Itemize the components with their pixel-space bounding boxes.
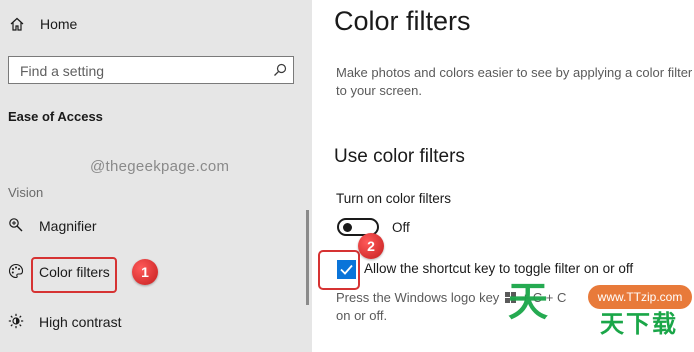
sidebar: Home Find a setting Ease of Access @theg… [0, 0, 312, 352]
section-title: Ease of Access [8, 109, 103, 124]
home-nav-item[interactable]: Home [0, 10, 312, 38]
sidebar-item-label: High contrast [39, 314, 122, 330]
toggle-knob [343, 223, 352, 232]
group-label-vision: Vision [8, 185, 44, 200]
checkbox-label: Allow the shortcut key to toggle filter … [364, 261, 634, 276]
hint-text-a: Press the Windows logo key [336, 290, 500, 305]
toggle-state-label: Off [392, 220, 410, 235]
sidebar-item-magnifier[interactable]: Magnifier [0, 210, 312, 242]
magnifier-icon [9, 218, 23, 232]
sidebar-scrollbar[interactable] [306, 210, 309, 305]
toggle-label: Turn on color filters [336, 191, 452, 206]
watermark-glyph: 天 [508, 279, 548, 325]
sidebar-item-label: Magnifier [39, 218, 97, 234]
watermark-text: @thegeekpage.com [90, 158, 230, 175]
annotation-highlight-color-filters [31, 257, 117, 293]
annotation-callout-2: 2 [358, 233, 384, 259]
search-placeholder: Find a setting [20, 63, 105, 79]
home-label: Home [40, 16, 78, 32]
page-description: Make photos and colors easier to see by … [336, 65, 693, 98]
watermark-row: 天下载 [600, 310, 678, 338]
brightness-icon [8, 313, 24, 329]
checkmark-icon [340, 264, 353, 275]
watermark-badge: www.TTzip.com [588, 285, 692, 309]
shortcut-key-checkbox[interactable] [337, 260, 356, 279]
search-icon[interactable] [273, 63, 287, 77]
annotation-callout-1: 1 [132, 259, 158, 285]
home-icon [10, 17, 24, 31]
search-input[interactable]: Find a setting [8, 56, 294, 84]
page-title: Color filters [334, 6, 471, 36]
hint-line-2: on or off. [336, 308, 388, 323]
palette-icon [8, 263, 24, 279]
section-heading: Use color filters [334, 146, 465, 167]
hint-text-c: + C [545, 290, 567, 305]
sidebar-item-high-contrast[interactable]: High contrast [0, 306, 312, 338]
